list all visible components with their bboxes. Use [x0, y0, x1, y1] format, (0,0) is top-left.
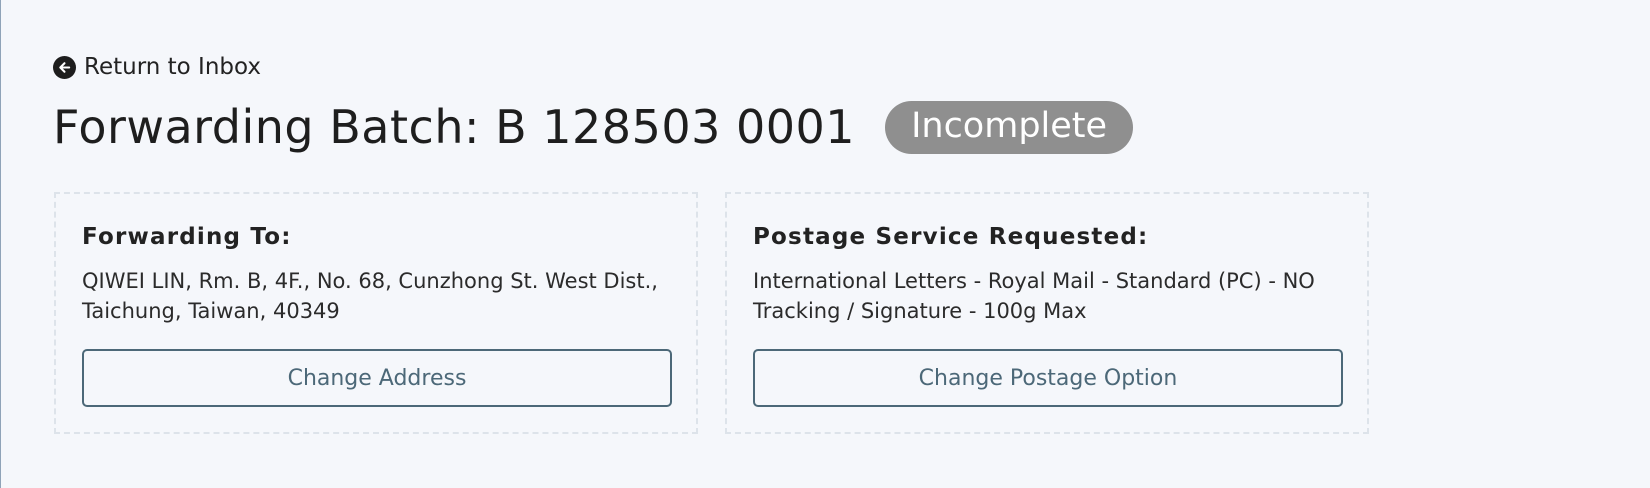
- return-to-inbox-link[interactable]: Return to Inbox: [53, 54, 261, 80]
- page-title: Forwarding Batch: B 128503 0001: [53, 100, 856, 154]
- change-postage-option-button[interactable]: Change Postage Option: [753, 349, 1343, 407]
- forwarding-to-heading: Forwarding To:: [82, 224, 292, 250]
- page-header: Forwarding Batch: B 128503 0001 Incomple…: [53, 100, 1134, 154]
- forwarding-address: QIWEI LIN, Rm. B, 4F., No. 68, Cunzhong …: [82, 269, 658, 323]
- forwarding-address-card: Forwarding To: QIWEI LIN, Rm. B, 4F., No…: [54, 192, 698, 434]
- change-address-button[interactable]: Change Address: [82, 349, 672, 407]
- status-badge: Incomplete: [885, 100, 1134, 154]
- postage-service-description: International Letters - Royal Mail - Sta…: [753, 269, 1315, 323]
- arrow-left-circle-icon: [53, 55, 76, 79]
- postage-service-card: Postage Service Requested: International…: [725, 192, 1369, 434]
- postage-service-heading: Postage Service Requested:: [753, 224, 1149, 250]
- return-to-inbox-label: Return to Inbox: [84, 54, 261, 80]
